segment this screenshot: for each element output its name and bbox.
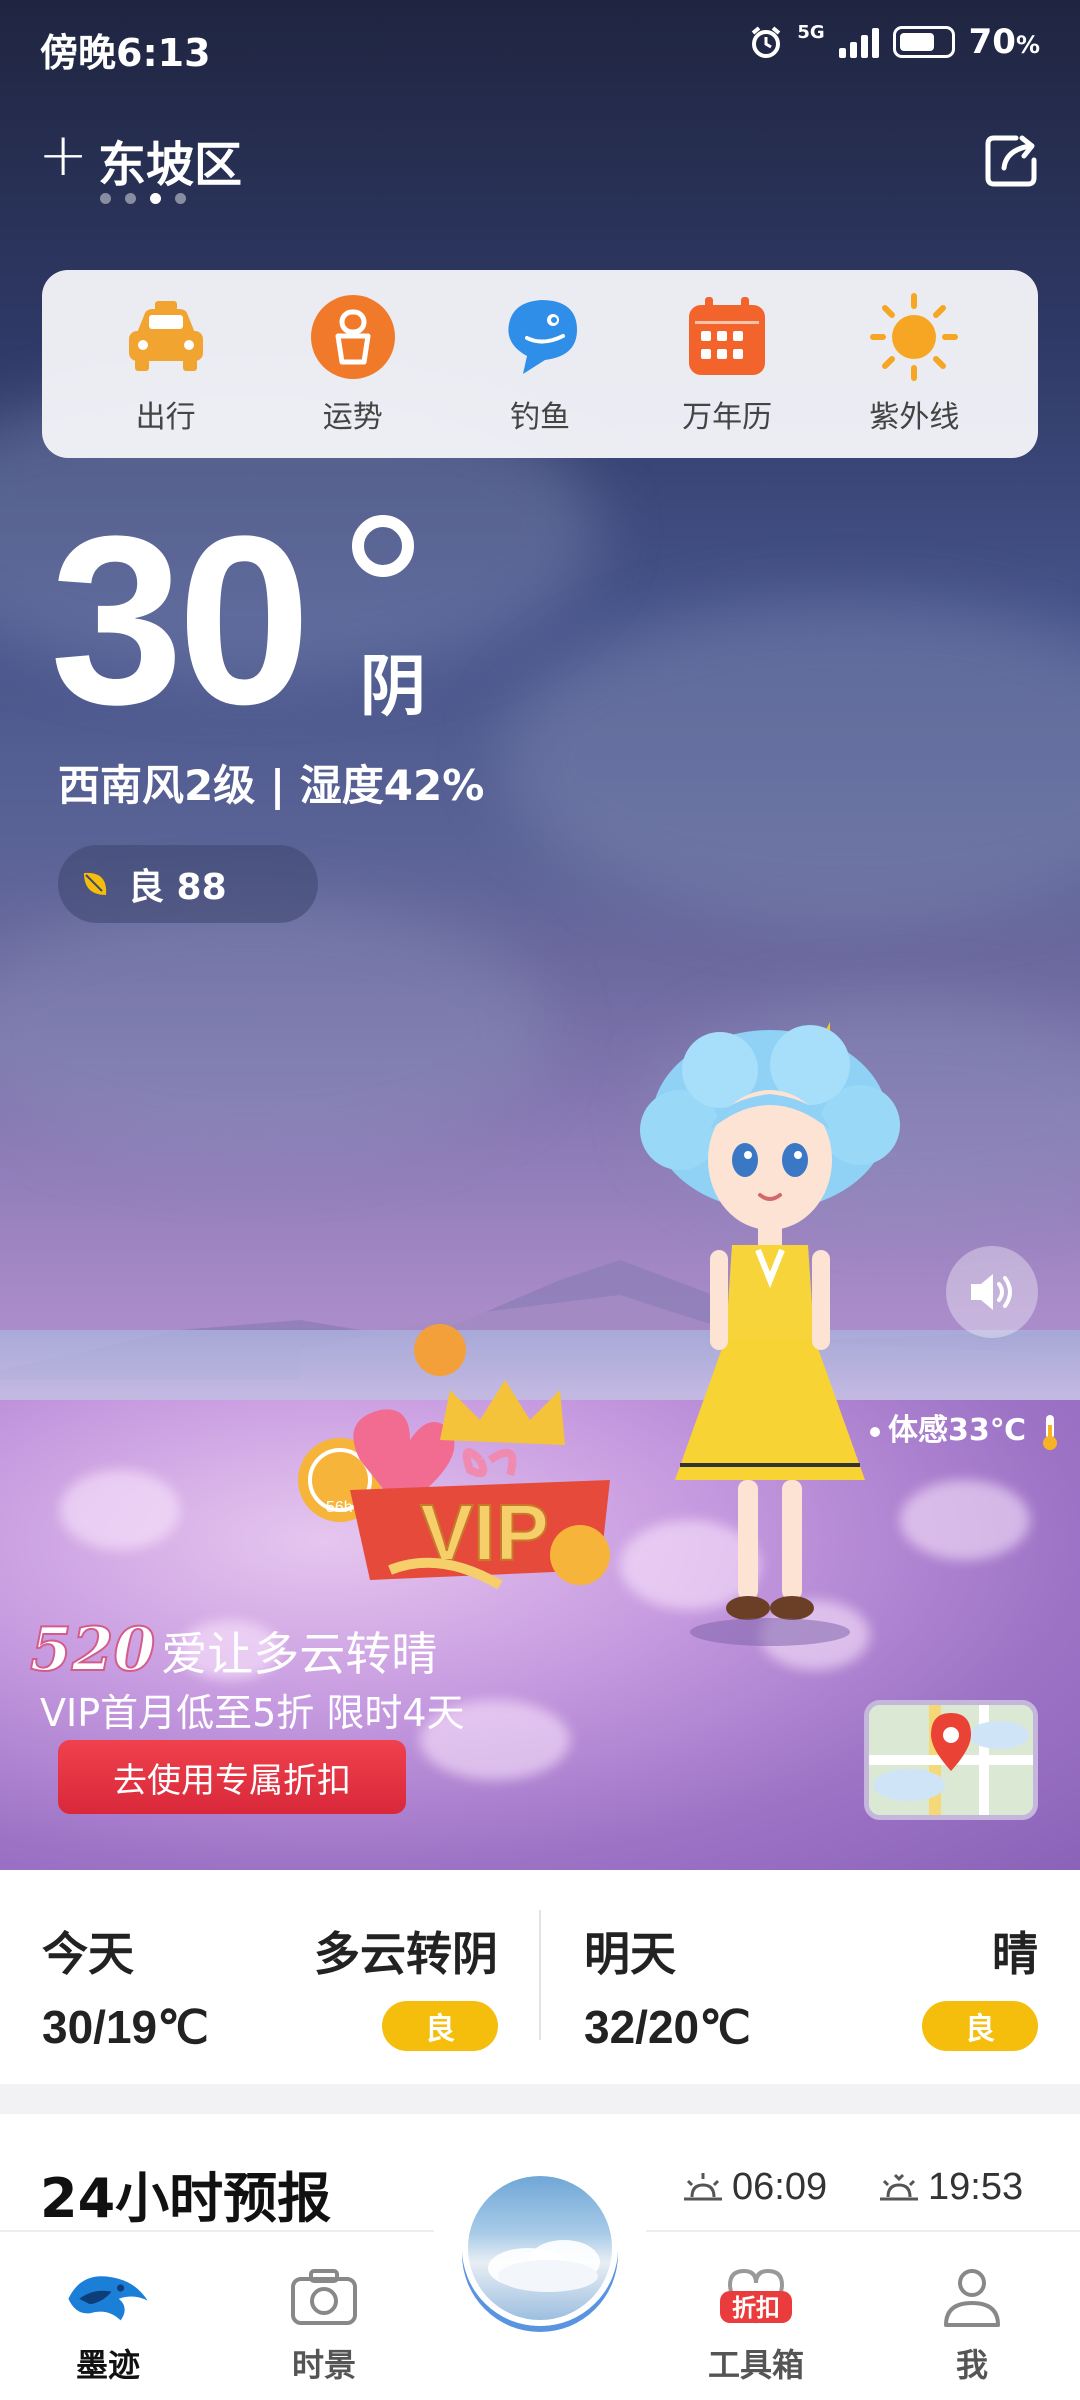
current-temperature: 30 bbox=[50, 486, 311, 754]
sun-icon bbox=[870, 293, 959, 381]
tool-label: 万年历 bbox=[682, 400, 773, 435]
tab-label: 我 bbox=[955, 2346, 988, 2384]
tool-uv[interactable]: 紫外线 bbox=[834, 292, 994, 436]
tool-travel[interactable]: 出行 bbox=[86, 292, 246, 436]
day-name: 明天 bbox=[584, 1927, 676, 1981]
page-dot bbox=[100, 193, 111, 204]
day-weather: 晴 bbox=[992, 1927, 1038, 1981]
city-page-indicator bbox=[100, 193, 186, 204]
speaker-icon bbox=[971, 1274, 1012, 1310]
promo-number: 520 bbox=[29, 1614, 156, 1686]
feels-like: 体感33℃ bbox=[870, 1405, 1063, 1451]
taxi-icon bbox=[128, 301, 203, 371]
tab-label: 时景 bbox=[291, 2346, 356, 2384]
day-weather: 多云转阴 bbox=[314, 1927, 498, 1981]
day-temp-range: 30/19℃ bbox=[42, 2001, 209, 2053]
sunrise-icon bbox=[684, 2172, 722, 2200]
map-pin-icon bbox=[869, 1705, 1033, 1815]
toolbox-icon: 折扣 bbox=[720, 2268, 792, 2324]
status-bar: 傍晚6:13 5G 70% bbox=[0, 0, 1080, 90]
tool-label: 紫外线 bbox=[869, 400, 960, 435]
share-icon[interactable] bbox=[982, 130, 1042, 190]
day-temp-range: 32/20℃ bbox=[584, 2001, 751, 2053]
thermometer-icon bbox=[1042, 1414, 1057, 1450]
page-dot-active bbox=[150, 193, 161, 204]
tab-me[interactable]: 我 bbox=[892, 2262, 1052, 2386]
tool-calendar[interactable]: 万年历 bbox=[647, 292, 807, 436]
status-time: 傍晚6:13 bbox=[40, 31, 211, 75]
degree-symbol bbox=[352, 515, 414, 577]
day-aqi-badge: 良 bbox=[382, 2001, 498, 2051]
toolbox-discount-badge: 折扣 bbox=[732, 2294, 780, 2322]
sunset-icon bbox=[880, 2173, 918, 2200]
dot-marker bbox=[870, 1426, 880, 1437]
weather-character-avatar[interactable] bbox=[640, 1010, 900, 1650]
city-name[interactable]: 东坡区 bbox=[98, 125, 242, 195]
signal-icon bbox=[838, 26, 879, 58]
badge-hours: 56h bbox=[326, 1499, 353, 1516]
tool-label: 出行 bbox=[135, 400, 196, 435]
camera-icon bbox=[291, 2269, 357, 2325]
tool-fishing[interactable]: 钓鱼 bbox=[460, 292, 620, 436]
use-discount-button[interactable]: 去使用专属折扣 bbox=[58, 1740, 406, 1814]
battery-percent: 70% bbox=[968, 22, 1040, 62]
two-day-summary: 今天 多云转阴 30/19℃ 良 明天 晴 32/20℃ 良 bbox=[0, 1870, 1080, 2084]
vip-promo-illustration[interactable]: 56h VIP bbox=[280, 1310, 660, 1610]
promo-subtitle: VIP首月低至5折 限时4天 bbox=[40, 1691, 465, 1735]
page-dot bbox=[125, 193, 136, 204]
fish-icon bbox=[508, 300, 577, 374]
add-city-button[interactable]: + bbox=[38, 125, 88, 185]
leaf-icon bbox=[84, 872, 107, 895]
sunset-time: 19:53 bbox=[878, 2166, 1023, 2209]
day-name: 今天 bbox=[42, 1927, 134, 1981]
promo-title[interactable]: 520 爱让多云转晴 bbox=[29, 1614, 438, 1686]
tool-fortune[interactable]: 运势 bbox=[273, 292, 433, 436]
center-scene-button[interactable] bbox=[462, 2170, 618, 2326]
sunrise-value: 06:09 bbox=[732, 2166, 828, 2208]
sunrise-time: 06:09 bbox=[682, 2166, 827, 2209]
today-summary[interactable]: 今天 多云转阴 30/19℃ 良 bbox=[0, 1870, 540, 2084]
page-dot bbox=[175, 193, 186, 204]
tab-label: 墨迹 bbox=[75, 2346, 140, 2384]
tab-toolbox[interactable]: 折扣 工具箱 bbox=[676, 2262, 836, 2386]
air-quality-value: 良 88 bbox=[128, 867, 227, 908]
hourly-title: 24小时预报 bbox=[40, 2167, 332, 2230]
tab-scenery[interactable]: 时景 bbox=[244, 2262, 404, 2386]
day-aqi-badge: 良 bbox=[922, 2001, 1038, 2051]
tab-moji[interactable]: 墨迹 bbox=[28, 2262, 188, 2386]
tab-label: 工具箱 bbox=[707, 2346, 804, 2384]
battery-icon bbox=[892, 26, 955, 58]
alarm-icon bbox=[752, 26, 781, 58]
moji-logo-icon bbox=[68, 2276, 148, 2321]
fortune-icon bbox=[310, 295, 395, 379]
current-condition: 阴 bbox=[360, 648, 426, 725]
promo-title-text: 爱让多云转晴 bbox=[161, 1627, 438, 1681]
voice-broadcast-button[interactable] bbox=[946, 1246, 1038, 1338]
wind-humidity: 西南风2级 | 湿度42% bbox=[58, 761, 485, 810]
sunset-value: 19:53 bbox=[928, 2166, 1024, 2208]
profile-icon bbox=[944, 2269, 1000, 2327]
feels-like-text: 体感33℃ bbox=[888, 1413, 1027, 1448]
tool-label: 运势 bbox=[322, 400, 383, 435]
tomorrow-summary[interactable]: 明天 晴 32/20℃ 良 bbox=[540, 1870, 1080, 2084]
map-button[interactable] bbox=[864, 1700, 1038, 1820]
quick-tools-bar: 出行 运势 钓鱼 万年历 紫外线 bbox=[42, 270, 1038, 458]
air-quality-pill[interactable]: 良 88 bbox=[58, 845, 318, 923]
tool-label: 钓鱼 bbox=[509, 400, 570, 435]
network-type: 5G bbox=[797, 22, 825, 43]
calendar-icon bbox=[689, 297, 766, 375]
